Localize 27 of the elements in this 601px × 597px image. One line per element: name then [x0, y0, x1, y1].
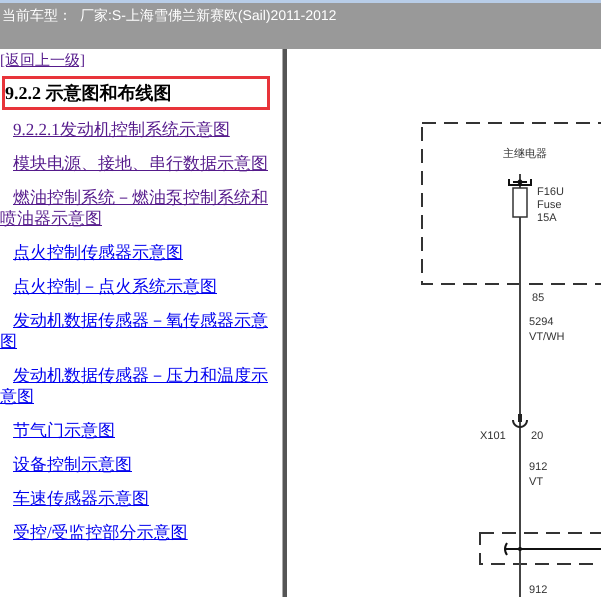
diagram-link[interactable]: 设备控制示意图 — [0, 454, 280, 475]
section-heading: 9.2.2 示意图和布线图 — [2, 76, 270, 110]
diagram-link[interactable]: 车速传感器示意图 — [0, 488, 280, 509]
fuse-label: Fuse — [537, 199, 562, 211]
diagram-link[interactable]: 发动机数据传感器－氧传感器示意图 — [0, 310, 280, 352]
diagram-link[interactable]: 9.2.2.1发动机控制系统示意图 — [0, 119, 280, 140]
diagram-link[interactable]: 点火控制－点火系统示意图 — [0, 276, 280, 297]
wire-label: 5294 — [529, 316, 554, 328]
relay-label: 主继电器 — [503, 148, 547, 160]
fuse-label: F16U — [537, 186, 564, 198]
wire-label: 912 — [529, 584, 548, 596]
diagram-link[interactable]: 燃油控制系统－燃油泵控制系统和喷油器示意图 — [0, 187, 280, 229]
connector-label: X101 — [480, 430, 506, 442]
diagram-link[interactable]: 受控/受监控部分示意图 — [0, 522, 280, 543]
pin-label: 85 — [532, 292, 544, 304]
diagram-link[interactable]: 发动机数据传感器－压力和温度示意图 — [0, 365, 280, 407]
pin-label: 20 — [531, 430, 544, 442]
wire-label: VT/WH — [529, 331, 564, 343]
diagram-link[interactable]: 点火控制传感器示意图 — [0, 242, 280, 263]
wire-label: 912 — [529, 461, 548, 473]
model-label: 当前车型： — [2, 7, 72, 25]
model-name: 厂家:S-上海雪佛兰新赛欧(Sail)2011-2012 — [80, 7, 336, 25]
fuse-label: 15A — [537, 212, 557, 224]
back-link[interactable]: [返回上一级] — [0, 51, 85, 72]
wire-label: VT — [529, 476, 544, 488]
diagram-link[interactable]: 模块电源、接地、串行数据示意图 — [0, 153, 280, 174]
diagram-link[interactable]: 节气门示意图 — [0, 420, 280, 441]
